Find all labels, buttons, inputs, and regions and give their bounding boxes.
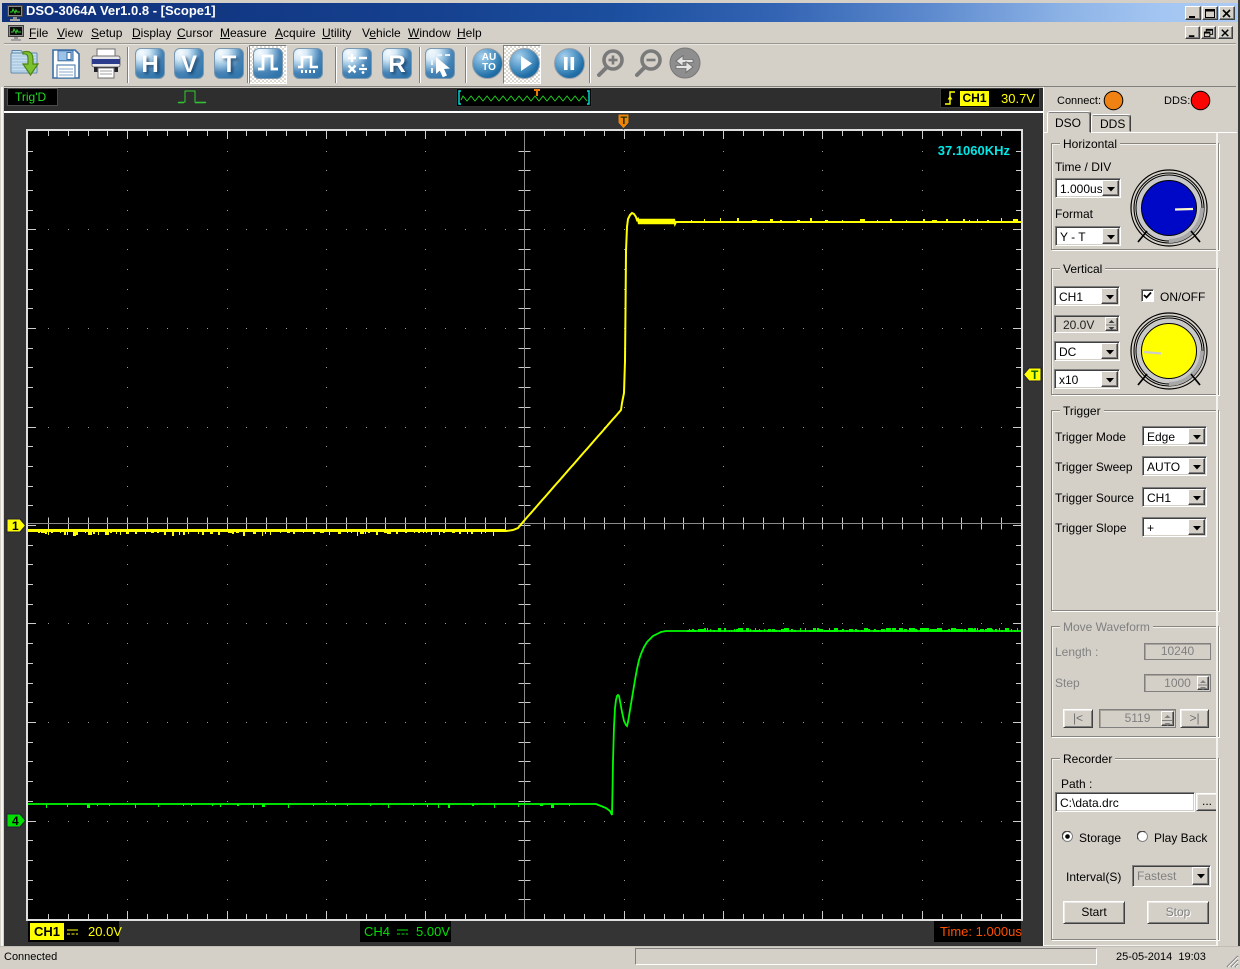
svg-text:T: T bbox=[621, 115, 628, 127]
svg-text:4: 4 bbox=[12, 814, 19, 828]
svg-text:1: 1 bbox=[12, 519, 19, 533]
svg-text:T: T bbox=[1031, 368, 1039, 382]
